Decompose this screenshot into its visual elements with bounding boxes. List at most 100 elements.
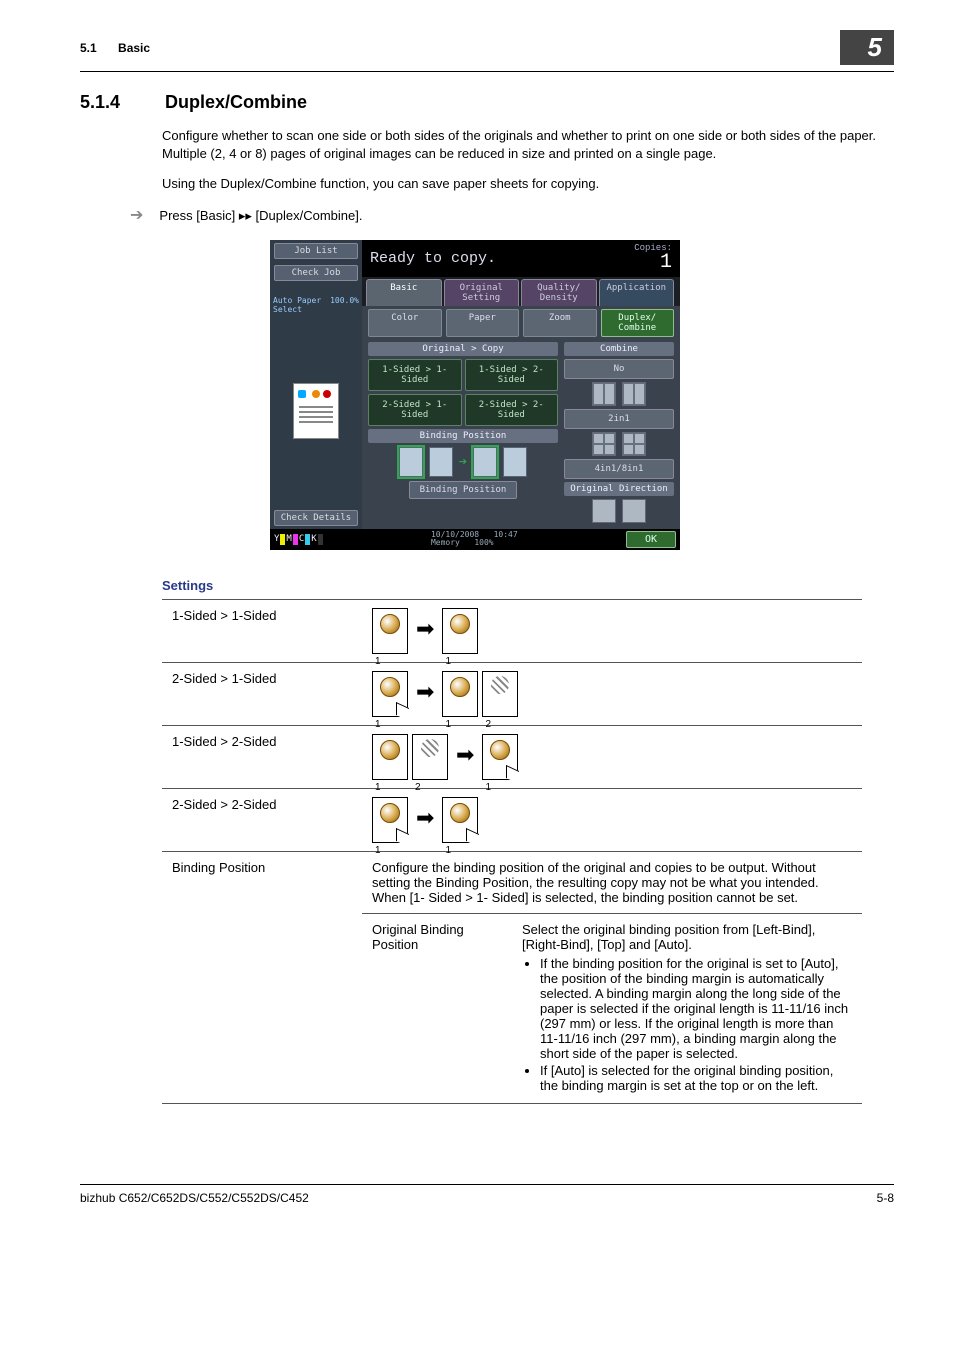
- section-name: Duplex/Combine: [165, 92, 307, 112]
- direction-landscape-icon[interactable]: [622, 499, 646, 523]
- page-icon: 1: [442, 608, 478, 654]
- footer-page: 5-8: [877, 1191, 894, 1205]
- copies-value: 1: [634, 253, 672, 273]
- section-number: 5.1.4: [80, 92, 160, 113]
- header-section-name: Basic: [118, 41, 150, 55]
- subtab-duplex-combine[interactable]: Duplex/ Combine: [601, 309, 675, 337]
- tab-original-setting[interactable]: Original Setting: [444, 279, 520, 306]
- row-label-1s2s: 1-Sided > 2-Sided: [162, 726, 362, 789]
- combine-4in1-8in1-button[interactable]: 4in1/8in1: [564, 459, 674, 479]
- binding-position-desc: Configure the binding position of the or…: [362, 852, 862, 914]
- page-icon: 2: [412, 734, 448, 780]
- right-arrow-icon: ➡: [416, 616, 434, 642]
- ready-status: Ready to copy.: [370, 250, 496, 267]
- page-icon: 1: [482, 734, 518, 780]
- toner-y: Y: [274, 534, 285, 545]
- right-arrow-icon: ➡: [416, 805, 434, 831]
- table-row: 1-Sided > 2-Sided 1 2 ➡ 1: [162, 726, 862, 789]
- original-copy-title: Original > Copy: [368, 342, 558, 356]
- page-preview: [274, 318, 358, 505]
- toner-levels: Y M C K: [274, 534, 323, 545]
- footer-model: bizhub C652/C652DS/C552/C552DS/C452: [80, 1191, 309, 1205]
- panel-main: Ready to copy. Copies: 1 Basic Original …: [362, 240, 680, 529]
- job-list-button[interactable]: Job List: [274, 243, 358, 259]
- right-arrow-icon: ➔: [459, 454, 467, 470]
- step-1-text: Press [Basic] ▸▸ [Duplex/Combine].: [159, 208, 362, 224]
- row-label-binding: Binding Position: [162, 852, 362, 1104]
- combine-4a-icon[interactable]: [592, 432, 616, 456]
- check-details-button[interactable]: Check Details: [274, 510, 358, 526]
- section-title: 5.1.4 Duplex/Combine: [80, 92, 894, 113]
- combine-4b-icon[interactable]: [622, 432, 646, 456]
- table-row: 1-Sided > 1-Sided 1 ➡ 1: [162, 600, 862, 663]
- settings-table: 1-Sided > 1-Sided 1 ➡ 1 2-Sided > 1-Side…: [162, 599, 862, 1104]
- paragraph-2: Using the Duplex/Combine function, you c…: [162, 175, 894, 193]
- subtab-row: Color Paper Zoom Duplex/ Combine: [362, 306, 680, 340]
- tab-quality-density[interactable]: Quality/ Density: [521, 279, 597, 306]
- table-row: Binding Position Configure the binding p…: [162, 852, 862, 914]
- btn-1s-2s[interactable]: 1-Sided > 2-Sided: [465, 359, 559, 391]
- binding-original-alt-icon: [429, 447, 453, 477]
- ok-button[interactable]: OK: [626, 531, 676, 548]
- bullet-auto-length: If the binding position for the original…: [540, 956, 852, 1061]
- copies-indicator: Copies: 1: [634, 244, 672, 273]
- direction-portrait-icon[interactable]: [592, 499, 616, 523]
- tab-application[interactable]: Application: [599, 279, 675, 306]
- page-preview-icon: [293, 383, 339, 439]
- step-1: ➔ Press [Basic] ▸▸ [Duplex/Combine].: [130, 208, 894, 224]
- combine-2in1-button[interactable]: 2in1: [564, 409, 674, 429]
- table-row: 2-Sided > 1-Sided 1 ➡ 1 2: [162, 663, 862, 726]
- combine-no-button[interactable]: No: [564, 359, 674, 379]
- original-direction-title: Original Direction: [564, 482, 674, 496]
- original-binding-position-label: Original Binding Position: [362, 914, 512, 1104]
- binding-position-button[interactable]: Binding Position: [409, 481, 518, 499]
- zoom-percent: 100.0%: [330, 296, 359, 314]
- chapter-badge: 5: [840, 30, 894, 65]
- orig-bind-intro: Select the original binding position fro…: [522, 922, 815, 952]
- panel-left-sidebar: Job List Check Job Auto Paper Select 100…: [270, 240, 362, 529]
- tab-basic[interactable]: Basic: [366, 279, 442, 306]
- status-datetime: 10/10/2008 10:47 Memory 100%: [431, 531, 518, 549]
- copier-panel-screenshot: Job List Check Job Auto Paper Select 100…: [270, 240, 894, 551]
- page-icon: 1: [372, 734, 408, 780]
- auto-paper-indicator: Auto Paper Select 100.0%: [270, 294, 362, 316]
- subtab-zoom[interactable]: Zoom: [523, 309, 597, 337]
- toner-k: K: [311, 534, 322, 545]
- check-job-button[interactable]: Check Job: [274, 265, 358, 281]
- combine-layout-a-icon[interactable]: [592, 382, 616, 406]
- toner-m: M: [286, 534, 297, 545]
- btn-2s-1s[interactable]: 2-Sided > 1-Sided: [368, 394, 462, 426]
- binding-diagram: ➔: [368, 447, 558, 477]
- page-header: 5.1 Basic 5: [80, 30, 894, 65]
- page-icon: 1: [372, 797, 408, 843]
- page-icon: 1: [372, 671, 408, 717]
- btn-1s-1s[interactable]: 1-Sided > 1-Sided: [368, 359, 462, 391]
- settings-heading: Settings: [162, 578, 894, 593]
- diagram-1s2s: 1 2 ➡ 1: [362, 726, 862, 789]
- header-left: 5.1 Basic: [80, 41, 150, 55]
- binding-position-title: Binding Position: [368, 429, 558, 443]
- subtab-paper[interactable]: Paper: [446, 309, 520, 337]
- right-arrow-icon: ➡: [416, 679, 434, 705]
- page-footer: bizhub C652/C652DS/C552/C552DS/C452 5-8: [80, 1184, 894, 1205]
- btn-2s-2s[interactable]: 2-Sided > 2-Sided: [465, 394, 559, 426]
- row-label-2s1s: 2-Sided > 1-Sided: [162, 663, 362, 726]
- original-binding-position-desc: Select the original binding position fro…: [512, 914, 862, 1104]
- combine-layout-b-icon[interactable]: [622, 382, 646, 406]
- page-icon: 1: [442, 797, 478, 843]
- combine-area: Combine No 2in1 4in1/8in1 Original Direc…: [564, 340, 680, 529]
- table-row: 2-Sided > 2-Sided 1 ➡ 1: [162, 789, 862, 852]
- page-icon: 1: [442, 671, 478, 717]
- right-arrow-icon: ➡: [456, 742, 474, 768]
- row-label-1s1s: 1-Sided > 1-Sided: [162, 600, 362, 663]
- binding-copy-alt-icon: [503, 447, 527, 477]
- tab-row-primary: Basic Original Setting Quality/ Density …: [362, 277, 680, 306]
- header-rule: [80, 71, 894, 72]
- subtab-color[interactable]: Color: [368, 309, 442, 337]
- right-arrow-icon: ➔: [130, 208, 143, 224]
- status-row: Ready to copy. Copies: 1: [362, 240, 680, 277]
- panel-bottom-bar: Y M C K 10/10/2008 10:47 Memory 100% OK: [270, 529, 680, 551]
- binding-copy-icon: [473, 447, 497, 477]
- original-copy-area: Original > Copy 1-Sided > 1-Sided 1-Side…: [362, 340, 564, 529]
- page-icon: 2: [482, 671, 518, 717]
